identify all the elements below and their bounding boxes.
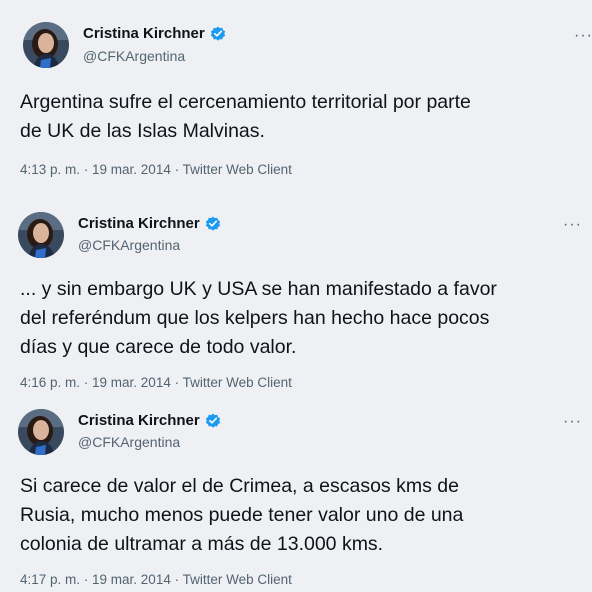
- tweet-text-line: Rusia, mucho menos puede tener valor uno…: [20, 504, 464, 526]
- verified-badge-icon: [205, 216, 220, 231]
- tweet-meta[interactable]: 4:13 p. m. · 19 mar. 2014 · Twitter Web …: [20, 162, 292, 177]
- author-name[interactable]: Cristina Kirchner: [78, 412, 200, 429]
- tweet-text-line: colonia de ultramar a más de 13.000 kms.: [20, 533, 384, 555]
- author-name[interactable]: Cristina Kirchner: [83, 25, 205, 42]
- tweet-text: Argentina sufre el cercenamiento territo…: [20, 88, 580, 146]
- tweet-text-line: ... y sin embargo UK y USA se han manife…: [20, 278, 497, 300]
- tweet-text-line: del referéndum que los kelpers han hecho…: [20, 307, 490, 329]
- more-options-icon[interactable]: ···: [574, 28, 592, 44]
- tweet-text: Si carece de valor el de Crimea, a escas…: [20, 472, 580, 559]
- author-handle[interactable]: @CFKArgentina: [78, 237, 180, 253]
- avatar[interactable]: [18, 409, 64, 455]
- tweet-text: ... y sin embargo UK y USA se han manife…: [20, 275, 580, 362]
- tweet-text-line: días y que carece de todo valor.: [20, 336, 297, 358]
- tweet-meta[interactable]: 4:17 p. m. · 19 mar. 2014 · Twitter Web …: [20, 572, 292, 587]
- tweet-meta[interactable]: 4:16 p. m. · 19 mar. 2014 · Twitter Web …: [20, 375, 292, 390]
- author-handle[interactable]: @CFKArgentina: [83, 48, 185, 64]
- tweet-text-line: Si carece de valor el de Crimea, a escas…: [20, 475, 459, 497]
- tweet-text-line: Argentina sufre el cercenamiento territo…: [20, 91, 471, 113]
- verified-badge-icon: [210, 26, 225, 41]
- tweet-text-line: de UK de las Islas Malvinas.: [20, 120, 265, 142]
- more-options-icon[interactable]: ···: [563, 414, 582, 430]
- avatar[interactable]: [23, 22, 69, 68]
- author-handle[interactable]: @CFKArgentina: [78, 434, 180, 450]
- author-name[interactable]: Cristina Kirchner: [78, 215, 200, 232]
- avatar[interactable]: [18, 212, 64, 258]
- more-options-icon[interactable]: ···: [563, 217, 582, 233]
- verified-badge-icon: [205, 413, 220, 428]
